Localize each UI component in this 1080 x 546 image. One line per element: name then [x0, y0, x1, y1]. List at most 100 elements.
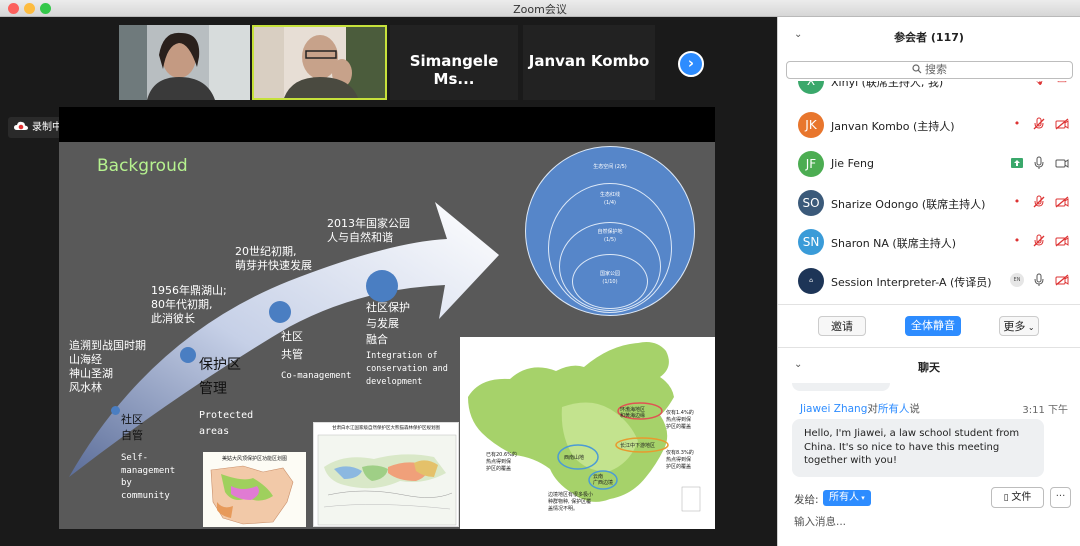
circle-label-4: 国家公园 (1/10) — [599, 271, 620, 285]
participant-row[interactable]: SO Sharize Odongo (联席主持人) • — [778, 184, 1080, 222]
caret-down-icon: ▾ — [859, 494, 865, 502]
participant-row[interactable]: JF Jie Feng — [778, 145, 1080, 183]
divider — [778, 347, 1080, 348]
participant-row[interactable]: X Xinyi (联席主持人, 我) • 🎙 ▭ — [778, 81, 1080, 100]
search-icon — [912, 64, 922, 74]
timeline-dot — [180, 347, 196, 363]
more-button[interactable]: 更多 ⌄ — [999, 316, 1039, 336]
participant-name: Jie Feng — [831, 157, 875, 170]
video-off-icon[interactable] — [1055, 273, 1069, 287]
video-off-icon[interactable] — [1055, 117, 1069, 131]
mic-muted-icon[interactable] — [1032, 195, 1046, 209]
recipient-name: 所有人 — [877, 403, 910, 415]
file-label: 文件 — [1011, 492, 1032, 503]
stage-1-en: Self- management by community — [121, 453, 176, 501]
callout-bohai: 环渤海地区 和黄海边缘 — [620, 407, 646, 419]
participant-name: Sharon NA (联席主持人) — [831, 237, 957, 250]
participant-row[interactable]: JK Janvan Kombo (主持人) • — [778, 106, 1080, 144]
shared-screen-top-bar — [59, 107, 715, 145]
video-off-icon[interactable] — [1055, 234, 1069, 248]
timeline-dot — [366, 270, 398, 302]
mic-muted-icon[interactable] — [1032, 234, 1046, 248]
timeline-text-1: 追溯到战国时期 山海经 神山圣湖 风水林 — [69, 339, 146, 394]
circle-label-2: 生态红线 (1/4) — [599, 192, 620, 206]
mic-icon[interactable] — [1032, 273, 1046, 287]
chat-title: 聊天 — [918, 361, 940, 374]
video-off-icon[interactable] — [1055, 195, 1069, 209]
message-time: 3:11 下午 — [1022, 405, 1068, 416]
chat-input[interactable]: 输入消息... — [794, 514, 846, 529]
sender-name[interactable]: Jiawei Zhang — [800, 403, 867, 415]
mic-icon[interactable] — [1032, 156, 1046, 170]
participant-video-2 — [254, 27, 385, 98]
participant-row[interactable]: ⌂ Session Interpreter-A (传译员) EN — [778, 262, 1080, 300]
video-off-icon[interactable]: ▭ — [1055, 81, 1069, 87]
avatar: SO — [798, 190, 824, 216]
recording-dot-icon: • — [1013, 195, 1021, 208]
search-placeholder: 搜索 — [925, 63, 947, 76]
chat-message-bubble: Hello, I'm Jiawei, a law school student … — [792, 419, 1044, 477]
timeline-text-2: 1956年鼎湖山; 80年代初期, 此消彼长 — [151, 284, 227, 325]
send-to-label: 发给: — [794, 494, 819, 506]
china-hotspot-map: 环渤海地区 和黄海边缘 长江中下游地区 西南山地 云南 广西边境 仅有1.4%的… — [460, 337, 715, 529]
send-to-dropdown[interactable]: 所有人 ▾ — [823, 490, 871, 506]
stage-4-cn: 社区保护 与发展 融合 — [366, 301, 410, 346]
callout-southwest: 西南山地 — [564, 455, 585, 461]
window-titlebar: Zoom会议 — [0, 0, 1080, 17]
stage-2-en: Protected areas — [199, 410, 254, 437]
recording-dot-icon: • — [1013, 234, 1021, 247]
window-title: Zoom会议 — [513, 3, 567, 16]
mic-muted-icon[interactable]: 🎙 — [1032, 81, 1046, 87]
timeline-text-4: 2013年国家公园 人与自然和谐 — [327, 217, 410, 244]
avatar: JK — [798, 112, 824, 138]
timeline-dot — [111, 406, 120, 415]
circle-label-3: 自然保护地 (1/5) — [597, 229, 623, 243]
recording-dot-icon: • — [1010, 81, 1024, 87]
chevron-right-icon[interactable]: › — [678, 51, 704, 77]
circle-label-1: 生态空间 (2/5) — [593, 164, 627, 170]
cloud-record-icon — [14, 121, 28, 130]
mute-all-button[interactable]: 全体静音 — [905, 316, 961, 336]
meeting-view: Simangele Ms... Janvan Kombo › 录制中... Ba… — [0, 17, 777, 546]
participant-list[interactable]: X Xinyi (联席主持人, 我) • 🎙 ▭ JK Janvan Kombo… — [778, 81, 1080, 303]
mic-muted-icon[interactable] — [1032, 117, 1046, 131]
recording-dot-icon: • — [1013, 117, 1021, 130]
note-2: 已有20.6%的 热点得到保 护区的覆盖 — [486, 452, 517, 472]
participant-name: Janvan Kombo (主持人) — [831, 120, 955, 133]
participant-name: Xinyi (联席主持人, 我) — [831, 81, 944, 89]
stage-3-en: Co-management — [281, 371, 352, 381]
map-1-graphic — [210, 465, 294, 525]
previous-message-bubble — [792, 383, 890, 391]
divider — [778, 304, 1080, 305]
video-tile-4[interactable]: Janvan Kombo — [523, 25, 655, 100]
file-button[interactable]: ▯ 文件 — [991, 487, 1044, 508]
participant-search-input[interactable]: 搜索 — [786, 61, 1073, 79]
shared-slide: Backgroud 追溯到战国时期 山海经 神山圣湖 风水林 1956年鼎湖山;… — [59, 142, 715, 529]
callout-yangtze: 长江中下游地区 — [620, 443, 656, 449]
more-label: 更多 — [1003, 320, 1026, 333]
timeline-text-3: 20世纪初期, 萌芽并快速发展 — [235, 245, 312, 272]
video-icon[interactable] — [1055, 156, 1069, 170]
language-badge: EN — [1010, 273, 1024, 287]
participant-name: Simangele Ms... — [409, 52, 499, 88]
note-3: 仅有8.3%的 热点得到保 护区的覆盖 — [666, 450, 694, 470]
more-options-icon[interactable]: ··· — [1050, 487, 1071, 508]
video-tile-2-active-speaker[interactable] — [252, 25, 387, 100]
to-prefix: 对 — [867, 403, 878, 415]
participant-row[interactable]: SN Sharon NA (联席主持人) • — [778, 223, 1080, 261]
participant-video-1 — [119, 25, 250, 100]
video-tile-1[interactable] — [119, 25, 250, 100]
stage-2-cn: 保护区 管理 — [199, 357, 241, 397]
participant-name: Janvan Kombo — [528, 52, 650, 70]
video-tile-3[interactable]: Simangele Ms... — [390, 25, 518, 100]
avatar: X — [798, 81, 824, 94]
chevron-down-icon: ⌄ — [1025, 323, 1035, 332]
stage-4-en: Integration of conservation and developm… — [366, 351, 448, 387]
invite-button[interactable]: 邀请 — [818, 316, 866, 336]
participant-name: Session Interpreter-A (传译员) — [831, 276, 992, 289]
send-to-value: 所有人 — [829, 492, 859, 503]
slide-title: Backgroud — [97, 156, 188, 176]
reserve-map-1: 美姑大风顶保护区功能区划图 — [203, 452, 306, 527]
participants-title: 参会者 (117) — [894, 31, 964, 44]
share-screen-icon — [1011, 158, 1023, 168]
